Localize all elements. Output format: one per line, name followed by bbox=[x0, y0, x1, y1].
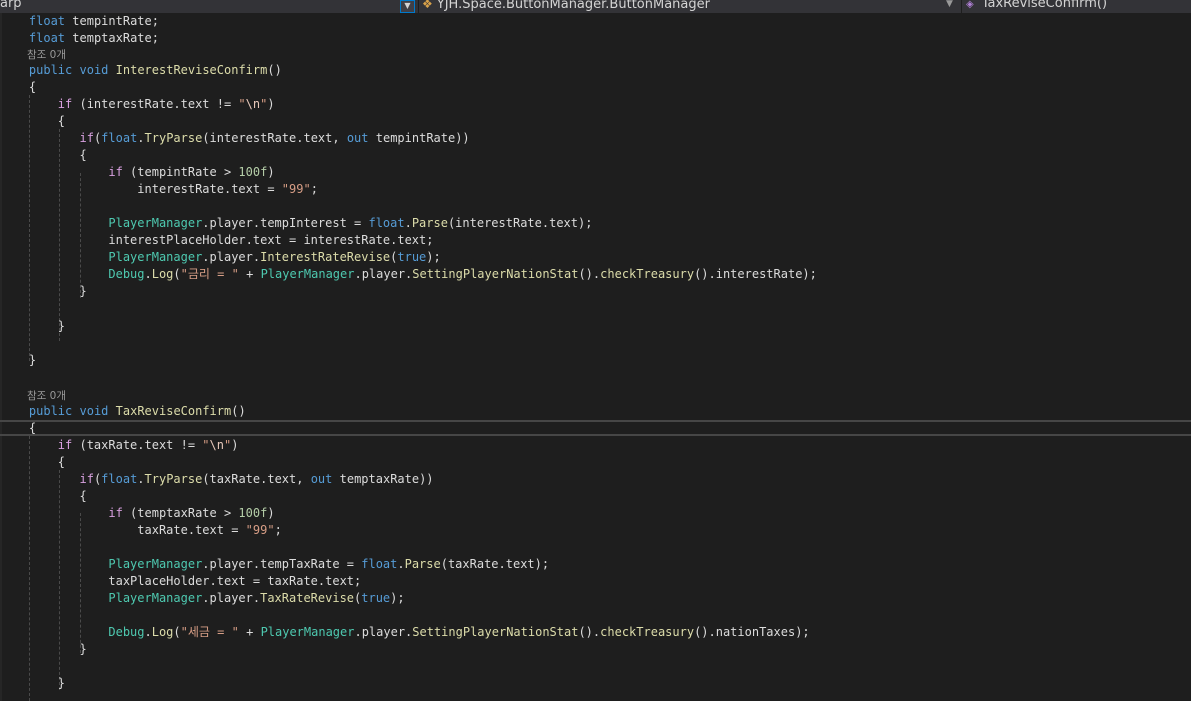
code-line: interestPlaceHolder.text = interestRate.… bbox=[108, 233, 434, 247]
member-label: TaxReviseConfirm() bbox=[981, 0, 1108, 11]
code-line: if (taxRate.text != "\n") bbox=[57, 438, 239, 452]
member-dropdown[interactable]: ◈ TaxReviseConfirm() bbox=[966, 0, 1191, 13]
code-line: { bbox=[57, 455, 66, 469]
code-line: if(float.TryParse(interestRate.text, out… bbox=[79, 131, 470, 145]
code-line: PlayerManager.player.tempInterest = floa… bbox=[108, 216, 593, 230]
class-dropdown[interactable]: ❖ YJH.Space.ButtonManager.ButtonManager bbox=[422, 0, 950, 13]
code-line: float temptaxRate; bbox=[28, 31, 159, 45]
chevron-down-icon[interactable]: ▼ bbox=[946, 0, 953, 9]
code-line: Debug.Log("금리 = " + PlayerManager.player… bbox=[108, 267, 817, 281]
code-line: { bbox=[79, 489, 87, 503]
code-line: taxRate.text = "99"; bbox=[137, 523, 282, 537]
code-line: { bbox=[79, 148, 87, 162]
code-line: { bbox=[28, 80, 37, 94]
code-line: Debug.Log("세금 = " + PlayerManager.player… bbox=[108, 625, 810, 639]
chevron-down-icon: ▼ bbox=[404, 1, 411, 10]
divider bbox=[418, 0, 419, 13]
method-icon: ◈ bbox=[966, 0, 974, 10]
navigation-bar: arp ▼ ❖ YJH.Space.ButtonManager.ButtonMan… bbox=[0, 0, 1191, 13]
code-line: { bbox=[57, 114, 66, 128]
codelens-references[interactable]: 참조 0개 bbox=[27, 48, 66, 62]
code-line: PlayerManager.player.TaxRateRevise(true)… bbox=[108, 591, 405, 605]
class-icon: ❖ bbox=[422, 0, 433, 11]
code-line: PlayerManager.player.InterestRateRevise(… bbox=[108, 250, 441, 264]
code-line: } bbox=[79, 284, 87, 298]
code-line: } bbox=[57, 319, 66, 333]
code-line: interestRate.text = "99"; bbox=[137, 182, 318, 196]
code-line: if(float.TryParse(taxRate.text, out temp… bbox=[79, 472, 434, 486]
code-line: public void TaxReviseConfirm() bbox=[28, 404, 246, 418]
project-dropdown[interactable]: arp bbox=[0, 0, 397, 13]
code-line: float tempintRate; bbox=[28, 14, 159, 28]
code-line: } bbox=[79, 642, 87, 656]
code-editor[interactable]: float tempintRate; float temptaxRate; 참조… bbox=[0, 13, 1191, 701]
code-line: if (tempintRate > 100f) bbox=[108, 165, 275, 179]
code-line: taxPlaceHolder.text = taxRate.text; bbox=[108, 574, 362, 588]
code-line: } bbox=[28, 353, 37, 367]
code-line: { bbox=[28, 421, 37, 435]
divider bbox=[961, 0, 962, 13]
code-line: public void InterestReviseConfirm() bbox=[28, 63, 282, 77]
codelens-references[interactable]: 참조 0개 bbox=[27, 389, 66, 403]
code-line: PlayerManager.player.tempTaxRate = float… bbox=[108, 557, 550, 571]
class-path-label: YJH.Space.ButtonManager.ButtonManager bbox=[436, 0, 710, 12]
code-line: if (temptaxRate > 100f) bbox=[108, 506, 275, 520]
code-line: if (interestRate.text != "\n") bbox=[57, 97, 275, 111]
code-line: } bbox=[57, 676, 66, 690]
project-dropdown-toggle[interactable]: ▼ bbox=[400, 0, 415, 13]
